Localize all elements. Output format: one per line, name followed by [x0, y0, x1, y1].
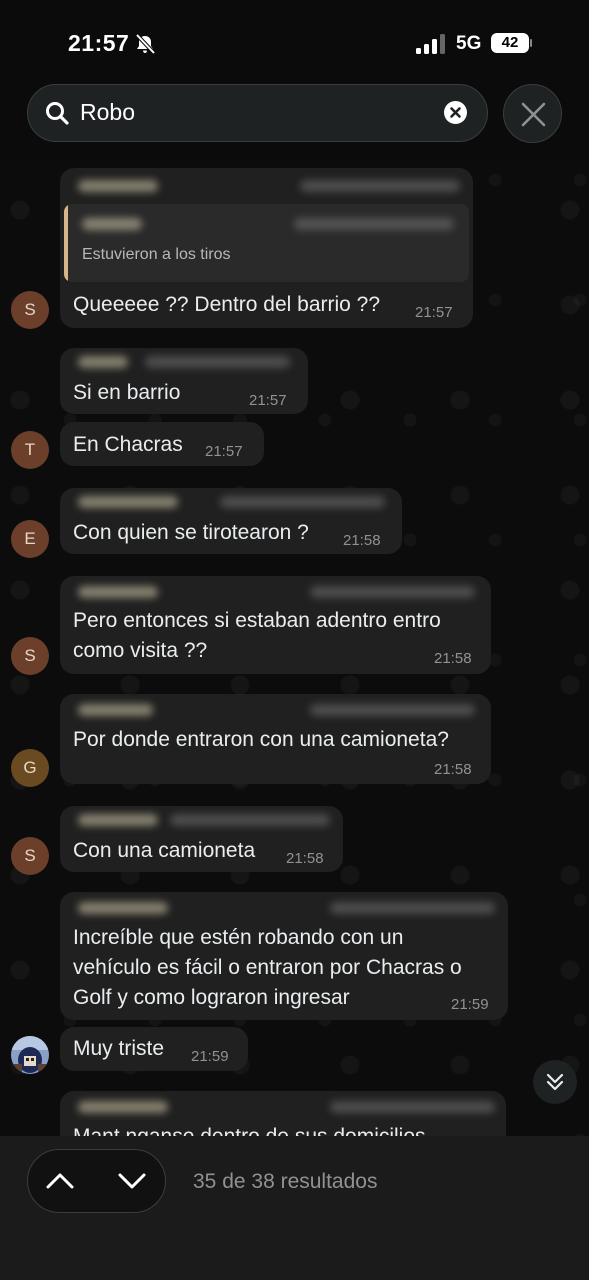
- quoted-sender-phone: [294, 218, 454, 230]
- scroll-down-icon: [546, 1073, 564, 1091]
- message-text: Por donde entraron con una camioneta?: [73, 728, 449, 751]
- message-text: vehículo es fácil o entraron por Chacras…: [73, 956, 462, 979]
- status-time: 21:57: [68, 30, 130, 56]
- battery-icon: 42: [491, 33, 532, 53]
- bell-muted-icon: [135, 33, 156, 55]
- quoted-text: Estuvieron a los tiros: [82, 246, 231, 263]
- message-text: como visita ??: [73, 639, 208, 662]
- search-icon: [46, 102, 69, 125]
- chevron-up-icon[interactable]: [44, 1166, 76, 1196]
- message-text: Pero entonces si estaban adentro entro: [73, 609, 441, 632]
- sender-phone: [310, 704, 475, 716]
- avatar[interactable]: [11, 1036, 49, 1074]
- quoted-message[interactable]: Estuvieron a los tiros: [64, 204, 469, 282]
- sender-name: [78, 704, 153, 716]
- sender-phone: [330, 902, 495, 914]
- sender-name: [78, 496, 178, 508]
- message-text: Golf y como lograron ingresar: [73, 986, 350, 1009]
- message-time: 21:57: [249, 392, 287, 409]
- message-text: Muy triste: [73, 1037, 165, 1060]
- results-count: 35 de 38 resultados: [193, 1170, 378, 1193]
- sender-phone: [145, 356, 290, 368]
- message-time: 21:59: [191, 1048, 229, 1065]
- sender-phone: [330, 1101, 495, 1113]
- avatar[interactable]: S: [11, 291, 49, 329]
- message-text: Increíble que estén robando con un: [73, 926, 404, 949]
- message-time: 21:58: [343, 532, 381, 549]
- sender-name: [78, 356, 128, 368]
- close-icon: [521, 102, 546, 127]
- avatar[interactable]: G: [11, 749, 49, 787]
- sender-phone: [220, 496, 385, 508]
- avatar-photo-icon: [11, 1036, 49, 1074]
- message-time: 21:58: [286, 850, 324, 867]
- clear-icon[interactable]: [444, 101, 467, 124]
- message-text: Si en barrio: [73, 381, 181, 404]
- avatar[interactable]: T: [11, 431, 49, 469]
- chevron-down-icon[interactable]: [116, 1166, 148, 1196]
- sender-phone: [170, 814, 330, 826]
- sender-name: [78, 902, 168, 914]
- search-query[interactable]: Robo: [80, 99, 135, 126]
- quoted-sender-name: [82, 218, 142, 230]
- message-text: En Chacras: [73, 433, 183, 456]
- sender-name: [78, 814, 158, 826]
- sender-phone: [310, 586, 475, 598]
- avatar[interactable]: S: [11, 637, 49, 675]
- scroll-down-button[interactable]: [533, 1060, 577, 1104]
- close-search-button[interactable]: [503, 84, 562, 143]
- message-text: Con una camioneta: [73, 839, 256, 862]
- battery-level: 42: [501, 34, 519, 51]
- message-time: 21:58: [434, 761, 472, 778]
- message-text: Con quien se tirotearon ?: [73, 521, 309, 544]
- avatar[interactable]: S: [11, 837, 49, 875]
- sender-name: [78, 180, 158, 192]
- message-time: 21:57: [205, 443, 243, 460]
- message-time: 21:58: [434, 650, 472, 667]
- sender-phone: [300, 180, 460, 192]
- message-text: Queeeee ?? Dentro del barrio ??: [73, 293, 381, 316]
- signal-bars-icon: [416, 34, 446, 54]
- message-time: 21:57: [415, 304, 453, 321]
- network-type: 5G: [456, 33, 482, 54]
- quote-accent-bar: [64, 204, 68, 282]
- message-time: 21:59: [451, 996, 489, 1013]
- avatar[interactable]: E: [11, 520, 49, 558]
- sender-name: [78, 586, 158, 598]
- sender-name: [78, 1101, 168, 1113]
